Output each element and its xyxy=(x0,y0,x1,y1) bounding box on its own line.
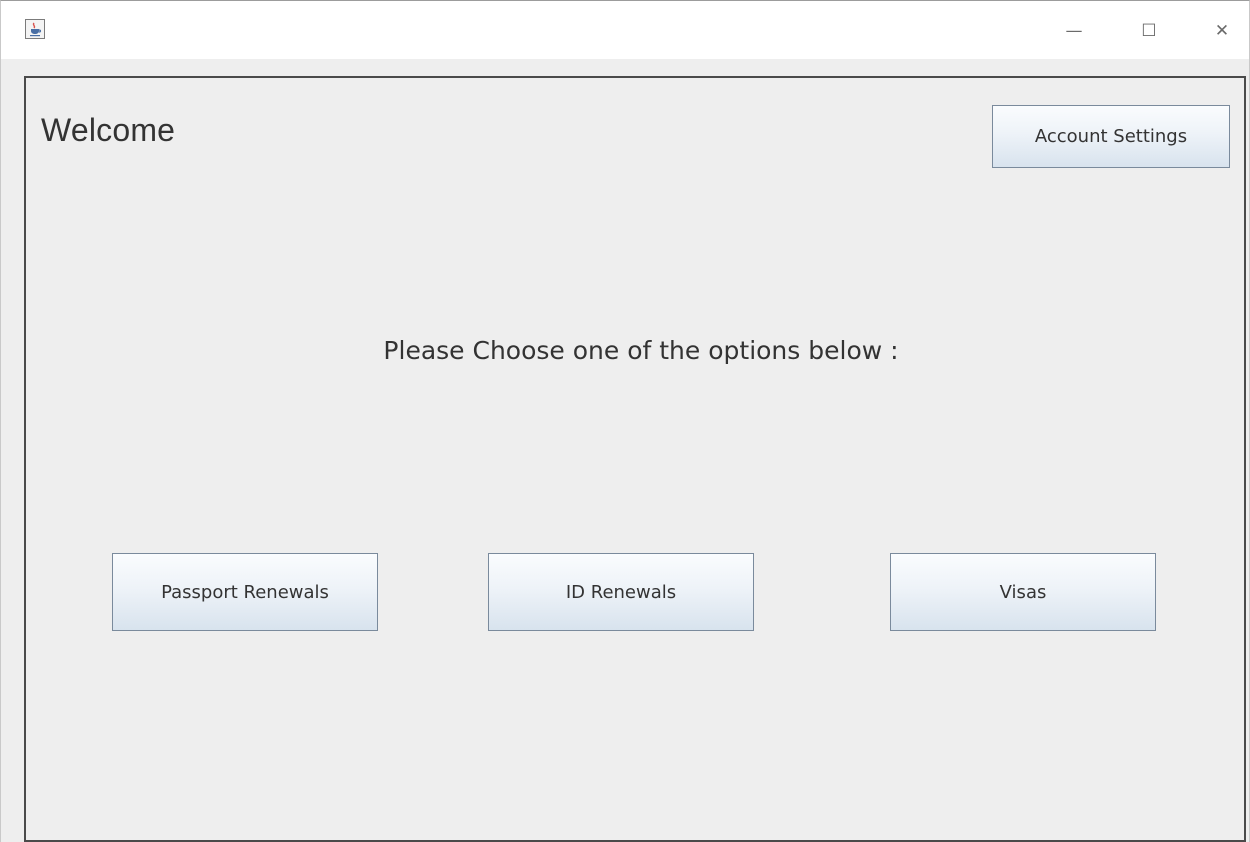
app-window: — ☐ ✕ Welcome Account Settings Please Ch… xyxy=(0,0,1250,842)
passport-renewals-button[interactable]: Passport Renewals xyxy=(112,553,378,631)
visas-button[interactable]: Visas xyxy=(890,553,1156,631)
id-renewals-label: ID Renewals xyxy=(565,581,677,603)
account-settings-label: Account Settings xyxy=(1034,126,1188,147)
id-renewals-button[interactable]: ID Renewals xyxy=(488,553,754,631)
account-settings-button[interactable]: Account Settings xyxy=(992,105,1230,168)
title-bar[interactable]: — ☐ ✕ xyxy=(1,1,1249,59)
minimize-button[interactable]: — xyxy=(1051,11,1097,51)
java-coffee-cup-icon[interactable] xyxy=(25,19,45,39)
close-button[interactable]: ✕ xyxy=(1199,11,1245,51)
maximize-button[interactable]: ☐ xyxy=(1126,11,1172,51)
maximize-icon: ☐ xyxy=(1141,21,1157,41)
close-icon: ✕ xyxy=(1214,21,1230,41)
minimize-icon: — xyxy=(1065,21,1083,41)
welcome-heading: Welcome xyxy=(41,112,176,148)
options-prompt: Please Choose one of the options below : xyxy=(383,336,899,365)
passport-renewals-label: Passport Renewals xyxy=(161,581,329,603)
visas-label: Visas xyxy=(999,581,1047,603)
content-panel: Welcome Account Settings Please Choose o… xyxy=(24,76,1246,842)
